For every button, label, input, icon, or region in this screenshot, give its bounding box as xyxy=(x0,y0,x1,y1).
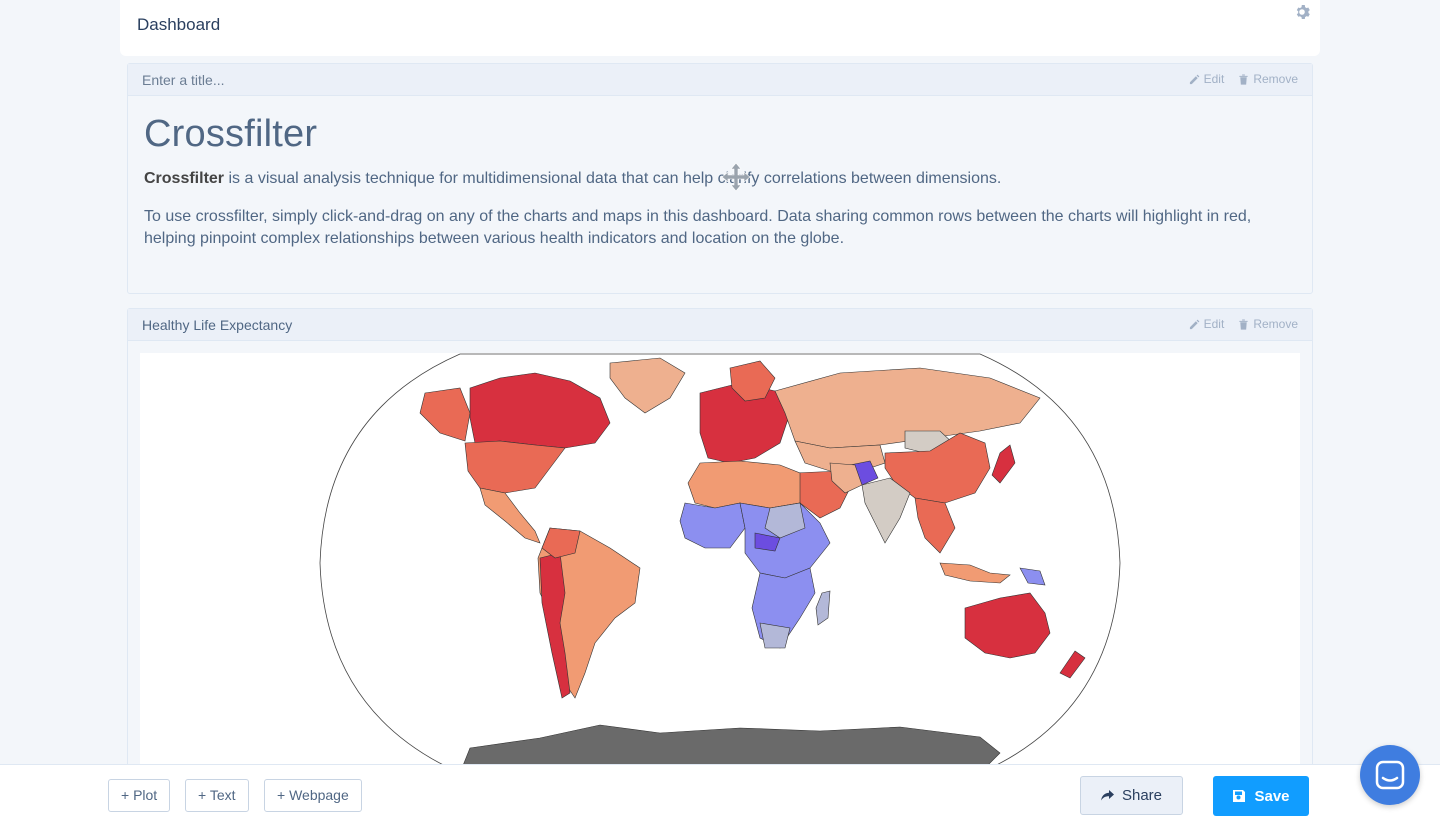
save-label: Save xyxy=(1254,787,1290,805)
text-content[interactable]: Crossfilter Crossfilter is a visual anal… xyxy=(128,96,1312,250)
dashboard-title: Dashboard xyxy=(137,15,221,34)
remove-label: Remove xyxy=(1253,317,1298,331)
trash-icon xyxy=(1239,319,1248,330)
text-panel-header: Enter a title... Edit Remove xyxy=(128,64,1312,96)
text-panel: Enter a title... Edit Remove Crossfilter… xyxy=(127,63,1313,294)
share-button[interactable]: Share xyxy=(1080,776,1183,815)
region-north-africa[interactable] xyxy=(687,460,801,509)
pencil-icon xyxy=(1189,319,1199,329)
choropleth-map[interactable] xyxy=(140,353,1300,773)
dashboard-header: Dashboard xyxy=(120,0,1320,56)
save-button[interactable]: Save xyxy=(1213,776,1309,816)
trash-icon xyxy=(1239,74,1248,85)
share-label: Share xyxy=(1121,787,1163,804)
chat-launcher-button[interactable] xyxy=(1360,745,1420,805)
gear-icon[interactable] xyxy=(1294,4,1310,20)
add-text-button[interactable]: + Text xyxy=(185,779,249,812)
share-icon xyxy=(1100,789,1114,800)
text-bold: Crossfilter xyxy=(144,170,225,187)
edit-label: Edit xyxy=(1203,317,1225,331)
map-panel: Healthy Life Expectancy Edit Remove xyxy=(127,308,1313,778)
map-panel-header: Healthy Life Expectancy Edit Remove xyxy=(128,309,1312,341)
move-cursor-icon xyxy=(722,162,750,192)
panel-actions: Edit Remove xyxy=(1189,317,1298,331)
remove-label: Remove xyxy=(1253,72,1298,86)
add-plot-button[interactable]: + Plot xyxy=(108,779,171,812)
panel-actions: Edit Remove xyxy=(1189,72,1298,86)
edit-button[interactable]: Edit xyxy=(1189,317,1225,331)
bottom-toolbar: + Plot + Text + Webpage Share Save xyxy=(0,764,1440,825)
remove-button[interactable]: Remove xyxy=(1238,72,1298,86)
add-webpage-button[interactable]: + Webpage xyxy=(264,779,362,812)
text-paragraph-2: To use crossfilter, simply click-and-dra… xyxy=(144,208,1252,247)
text-para1-rest: is a visual analysis technique for multi… xyxy=(224,170,1002,187)
remove-button[interactable]: Remove xyxy=(1238,317,1298,331)
edit-button[interactable]: Edit xyxy=(1189,72,1225,86)
title-input[interactable]: Enter a title... xyxy=(142,72,224,88)
text-paragraph-1: Crossfilter is a visual analysis techniq… xyxy=(144,168,1296,190)
world-map-svg[interactable] xyxy=(140,353,1300,773)
floppy-icon xyxy=(1233,790,1246,802)
pencil-icon xyxy=(1189,74,1199,84)
text-heading: Crossfilter xyxy=(144,113,318,155)
chat-icon xyxy=(1375,760,1405,790)
edit-label: Edit xyxy=(1203,72,1225,86)
map-panel-title[interactable]: Healthy Life Expectancy xyxy=(142,317,292,333)
